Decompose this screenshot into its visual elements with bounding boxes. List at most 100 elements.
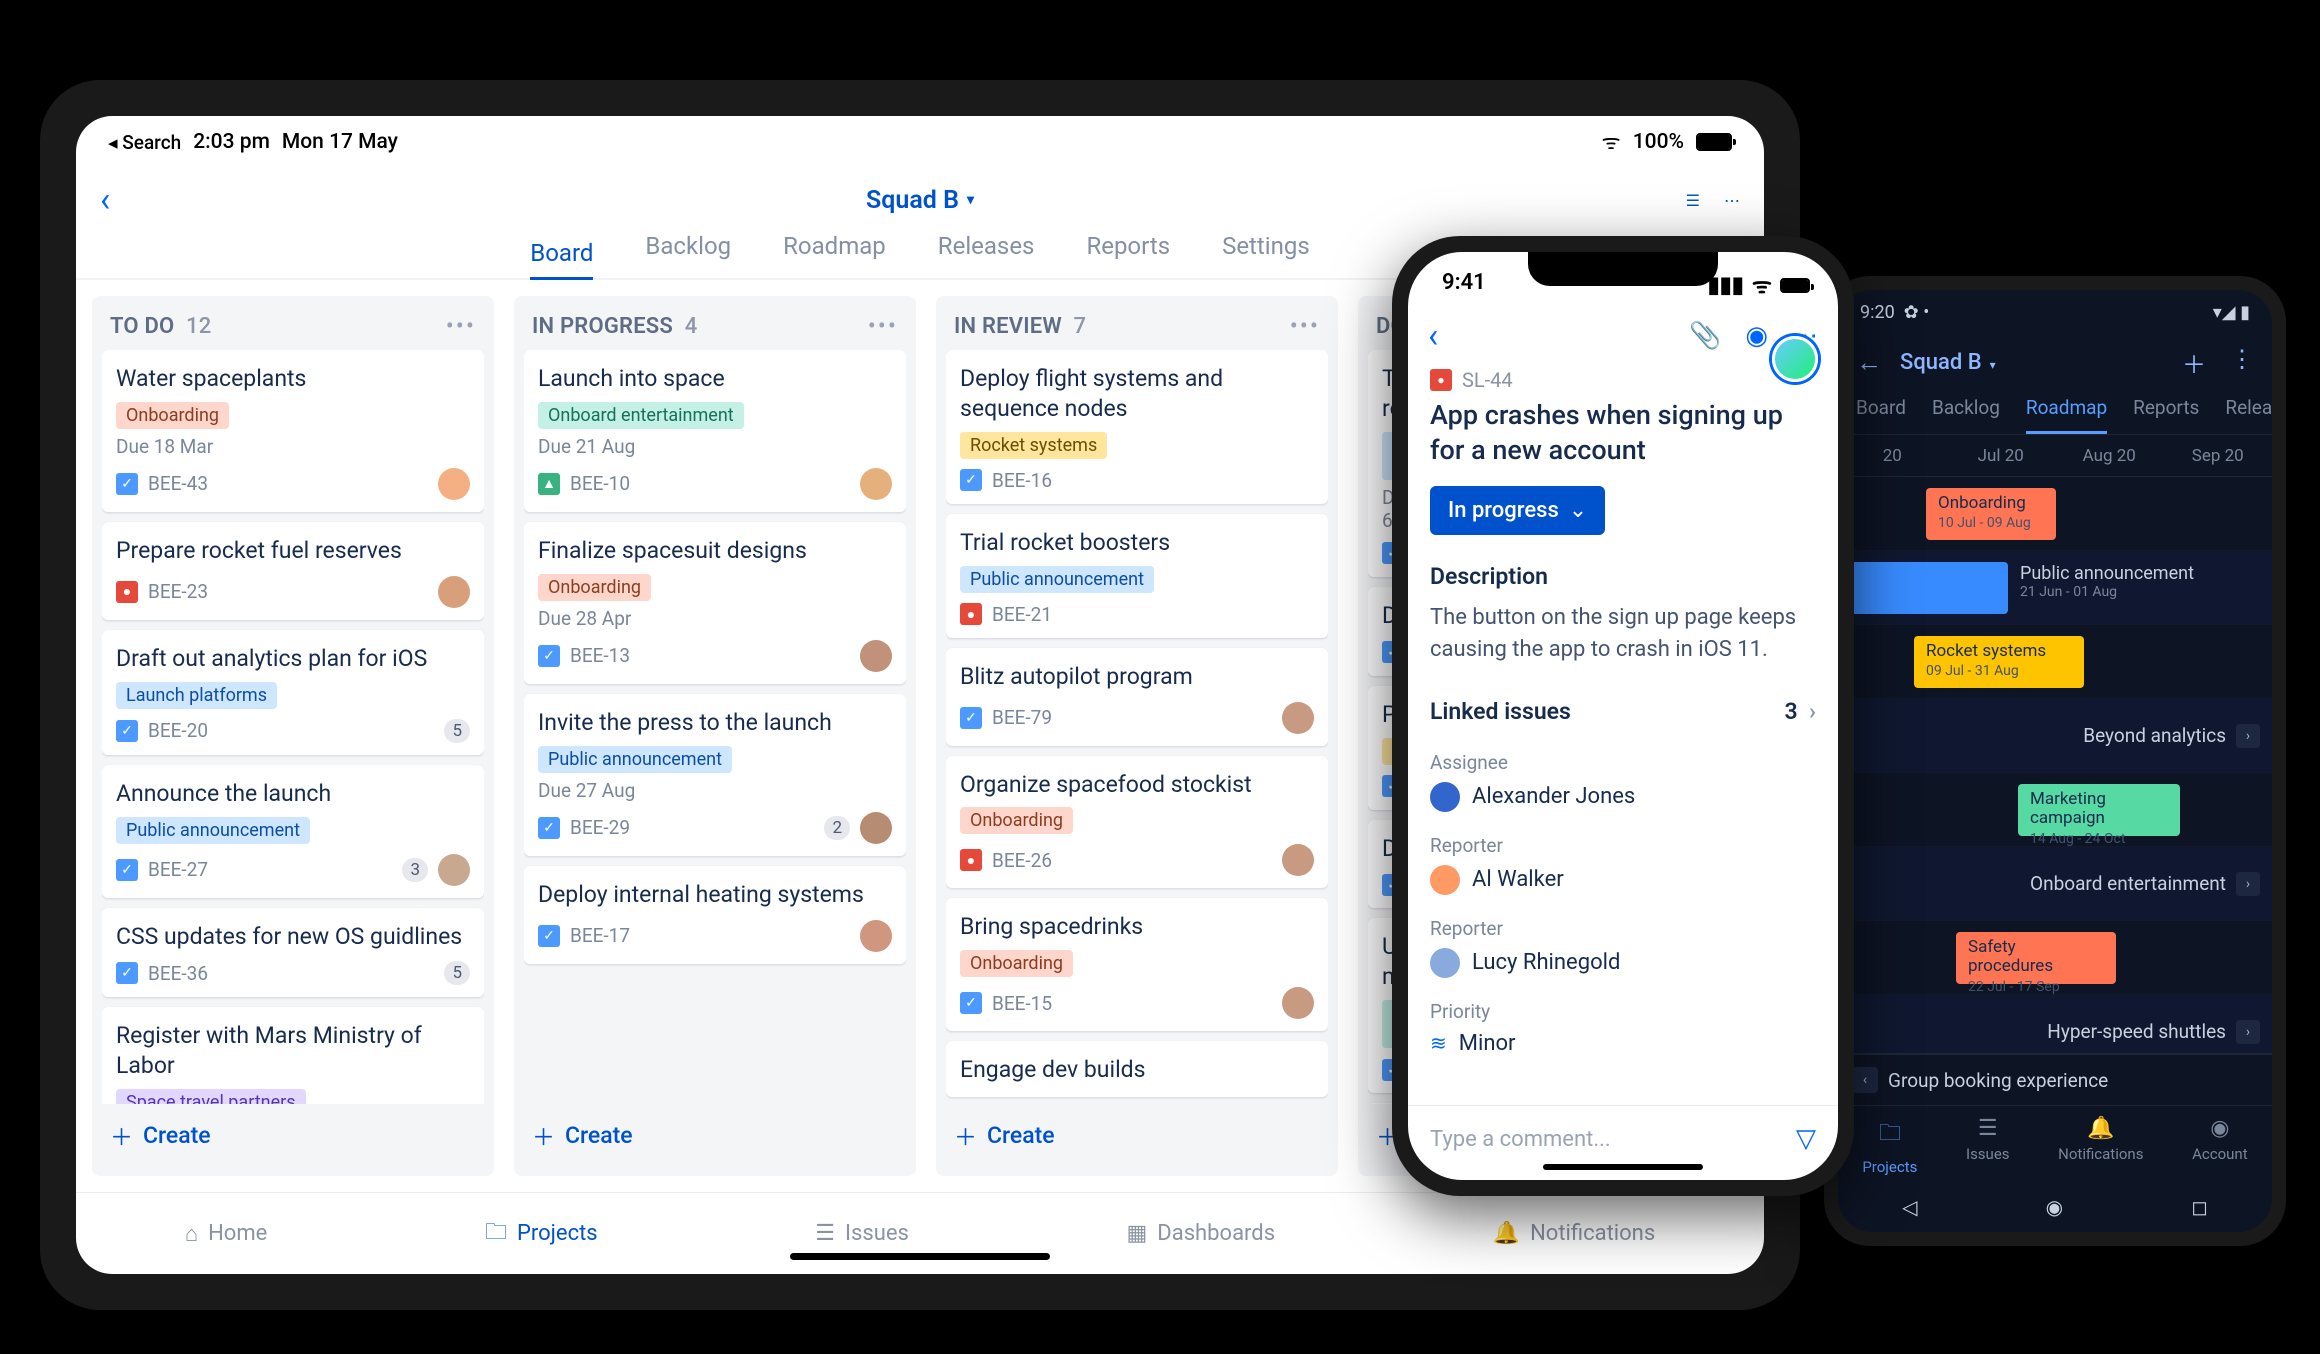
- nav-issues[interactable]: ☰Issues: [1966, 1116, 2010, 1176]
- send-icon[interactable]: ▽: [1796, 1124, 1816, 1154]
- column-more-icon[interactable]: •••: [1290, 312, 1320, 340]
- timeline-row[interactable]: Hyper-speed shuttles›: [1838, 995, 2272, 1053]
- board-card[interactable]: Trial rocket boostersPublic announcement…: [946, 514, 1328, 638]
- project-switcher[interactable]: Squad B▾: [866, 186, 974, 215]
- board-card[interactable]: Engage dev builds: [946, 1041, 1328, 1097]
- timeline-bar[interactable]: Marketing campaign14 Aug - 24 Oct: [2018, 784, 2180, 836]
- epic-name: Group booking experience: [1888, 1069, 2108, 1092]
- project-switcher[interactable]: Squad B▾: [1900, 350, 1996, 375]
- assignee-avatar[interactable]: [438, 468, 470, 500]
- nav-projects[interactable]: 🗀Projects: [1862, 1116, 1917, 1176]
- timeline-row[interactable]: Onboard entertainment›: [1838, 847, 2272, 921]
- description-text[interactable]: The button on the sign up page keeps cau…: [1430, 602, 1816, 666]
- timeline-row[interactable]: Rocket systems09 Jul - 31 Aug: [1838, 625, 2272, 699]
- tab-roadmap[interactable]: Roadmap: [2026, 396, 2107, 434]
- board-card[interactable]: Invite the press to the launchPublic ann…: [524, 694, 906, 856]
- assignee-avatar[interactable]: [860, 468, 892, 500]
- board-card[interactable]: Announce the launchPublic announcement✓B…: [102, 765, 484, 898]
- more-icon[interactable]: ⋮: [2230, 345, 2254, 380]
- nav-notifications[interactable]: 🔔Notifications: [2058, 1116, 2143, 1176]
- timeline-row[interactable]: Marketing campaign14 Aug - 24 Oct: [1838, 773, 2272, 847]
- card-label: Public announcement: [538, 746, 732, 773]
- back-button[interactable]: ‹: [100, 180, 110, 220]
- assignee-avatar[interactable]: [438, 854, 470, 886]
- task-icon: ✓: [116, 859, 138, 881]
- people-field[interactable]: Reporter Al Walker: [1430, 834, 1816, 895]
- board-card[interactable]: Blitz autopilot program✓BEE-79: [946, 648, 1328, 746]
- issue-detail[interactable]: ● SL-44 App crashes when signing up for …: [1408, 364, 1838, 1105]
- create-button[interactable]: ＋Create: [524, 1104, 906, 1166]
- board-card[interactable]: Organize spacefood stockistOnboarding●BE…: [946, 756, 1328, 889]
- people-field[interactable]: Reporter Lucy Rhinegold: [1430, 917, 1816, 978]
- status-dropdown[interactable]: In progress ⌄: [1430, 486, 1605, 535]
- column: TO DO 12•••Water spaceplantsOnboardingDu…: [92, 296, 494, 1176]
- tab-settings[interactable]: Settings: [1222, 232, 1310, 270]
- comment-input[interactable]: Type a comment...: [1430, 1127, 1611, 1152]
- board-card[interactable]: Prepare rocket fuel reserves●BEE-23: [102, 522, 484, 620]
- epic-row[interactable]: ‹ Group booking experience: [1838, 1054, 2272, 1105]
- timeline-row[interactable]: Beyond analytics›: [1838, 699, 2272, 773]
- nav-account[interactable]: ◉Account: [2192, 1116, 2248, 1176]
- linked-issues-row[interactable]: Linked issues 3 ›: [1430, 694, 1816, 729]
- timeline-row[interactable]: Onboarding10 Jul - 09 Aug: [1838, 477, 2272, 551]
- attachment-icon[interactable]: 📎: [1689, 321, 1721, 351]
- iphone-device: 9:41 ▮▮▮ ᯤ ‹ 📎 ◉ ⋯ ● SL-44 App crashes w…: [1392, 236, 1854, 1196]
- create-button[interactable]: ＋Create: [102, 1104, 484, 1166]
- status-back[interactable]: ◂ Search: [108, 131, 181, 154]
- assignee-avatar[interactable]: [438, 576, 470, 608]
- board-card[interactable]: Finalize spacesuit designsOnboardingDue …: [524, 522, 906, 684]
- home-indicator: [790, 1253, 1050, 1260]
- nav-notifications[interactable]: 🔔Notifications: [1493, 1221, 1655, 1246]
- board-card[interactable]: Draft out analytics plan for iOSLaunch p…: [102, 630, 484, 755]
- add-button[interactable]: ＋: [2182, 345, 2206, 380]
- assignee-avatar[interactable]: [860, 920, 892, 952]
- back-system-icon[interactable]: ◁: [1902, 1195, 1917, 1219]
- assignee-avatar[interactable]: [860, 640, 892, 672]
- roadmap-timeline[interactable]: 20Jul 20Aug 20Sep 20 Onboarding10 Jul - …: [1838, 435, 2272, 1053]
- tab-backlog[interactable]: Backlog: [645, 232, 731, 270]
- board-card[interactable]: Water spaceplantsOnboardingDue 18 Mar✓BE…: [102, 350, 484, 512]
- timeline-bar[interactable]: [1848, 562, 2008, 614]
- timeline-row[interactable]: Safety procedures22 Jul - 17 Sep: [1838, 921, 2272, 995]
- assignee-avatar[interactable]: [1282, 702, 1314, 734]
- board-card[interactable]: Deploy flight systems and sequence nodes…: [946, 350, 1328, 504]
- board-card[interactable]: Bring spacedrinksOnboarding✓BEE-15: [946, 898, 1328, 1031]
- board-card[interactable]: Deploy internal heating systems✓BEE-17: [524, 866, 906, 964]
- board-card[interactable]: Launch into spaceOnboard entertainmentDu…: [524, 350, 906, 512]
- tab-roadmap[interactable]: Roadmap: [783, 232, 886, 270]
- tab-reports[interactable]: Reports: [1086, 232, 1170, 270]
- watch-icon[interactable]: ◉: [1745, 321, 1768, 351]
- tab-backlog[interactable]: Backlog: [1932, 396, 2000, 434]
- column-more-icon[interactable]: •••: [446, 312, 476, 340]
- nav-dashboards[interactable]: ▦Dashboards: [1127, 1221, 1276, 1246]
- timeline-row[interactable]: Public announcement21 Jun - 01 Aug: [1838, 551, 2272, 625]
- filter-icon[interactable]: ☰: [1686, 191, 1700, 210]
- assignee-avatar[interactable]: [1282, 987, 1314, 1019]
- tab-releases[interactable]: Releases: [2225, 396, 2272, 434]
- priority-field[interactable]: Priority ≋ Minor: [1430, 1000, 1816, 1056]
- more-icon[interactable]: ⋯: [1724, 191, 1740, 210]
- tab-reports[interactable]: Reports: [2133, 396, 2199, 434]
- nav-issues[interactable]: ☰Issues: [815, 1221, 909, 1246]
- assignee-avatar[interactable]: [1282, 844, 1314, 876]
- assignee-avatar[interactable]: [860, 812, 892, 844]
- card-due: Due 27 Aug: [538, 779, 892, 802]
- field-value: Lucy Rhinegold: [1472, 950, 1620, 975]
- tab-board[interactable]: Board: [1856, 396, 1906, 434]
- timeline-bar[interactable]: Safety procedures22 Jul - 17 Sep: [1956, 932, 2116, 984]
- create-button[interactable]: ＋Create: [946, 1104, 1328, 1166]
- home-system-icon[interactable]: ◉: [2046, 1195, 2063, 1219]
- timeline-bar[interactable]: Rocket systems09 Jul - 31 Aug: [1914, 636, 2084, 688]
- back-button[interactable]: ←: [1856, 347, 1882, 378]
- nav-home[interactable]: ⌂Home: [185, 1221, 268, 1247]
- tab-board[interactable]: Board: [530, 239, 593, 280]
- column-more-icon[interactable]: •••: [868, 312, 898, 340]
- recents-system-icon[interactable]: ◻: [2191, 1195, 2208, 1219]
- people-field[interactable]: Assignee Alexander Jones: [1430, 751, 1816, 812]
- board-card[interactable]: CSS updates for new OS guidlines✓BEE-365: [102, 908, 484, 998]
- nav-projects[interactable]: 🗀Projects: [485, 1215, 598, 1253]
- back-button[interactable]: ‹: [1428, 316, 1438, 356]
- timeline-bar[interactable]: Onboarding10 Jul - 09 Aug: [1926, 488, 2056, 540]
- tab-releases[interactable]: Releases: [938, 232, 1035, 270]
- board-card[interactable]: Register with Mars Ministry of LaborSpac…: [102, 1007, 484, 1104]
